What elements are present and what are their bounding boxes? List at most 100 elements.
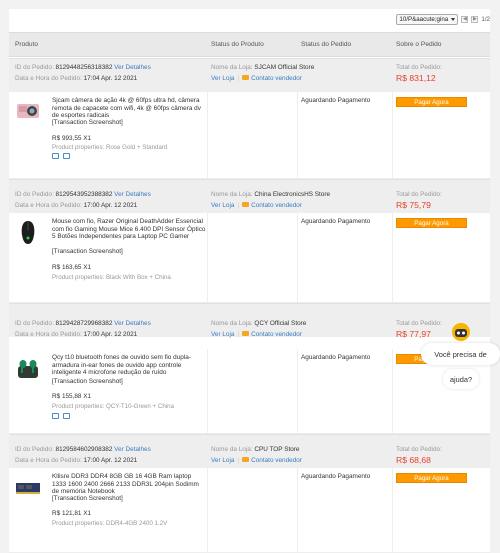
pay-now-button[interactable]: Pagar Agora (396, 218, 467, 228)
order-id-label: ID do Pedido: (15, 320, 54, 327)
store-name-label: Nome da Loja: (211, 64, 253, 71)
view-store-link[interactable]: Ver Loja (211, 75, 234, 82)
order-total: R$ 75,79 (396, 200, 431, 210)
order-total: R$ 68,68 (396, 455, 431, 465)
view-store-link[interactable]: Ver Loja (211, 202, 234, 209)
product-properties-label: Product properties: (52, 520, 105, 527)
order-block: ID do Pedido: 8129428729968382 Ver Detal… (9, 303, 490, 434)
store-name-label: Nome da Loja: (211, 446, 253, 453)
order-status: Aguardando Pagamento (301, 97, 371, 104)
store-name: QCY Official Store (254, 320, 307, 327)
order-body: Sjcam câmera de ação 4k @ 60fps ultra hd… (9, 92, 490, 179)
transaction-screenshot-link[interactable]: [Transaction Screenshot] (52, 495, 207, 503)
contact-seller-link[interactable]: Contato vendedor (251, 331, 302, 338)
orders-panel: 10/P&aacute;gina ◀ ▶ 1/2 Produto Status … (9, 9, 490, 553)
transaction-screenshot-link[interactable]: [Transaction Screenshot] (52, 119, 207, 127)
mouse-thumbnail[interactable] (15, 219, 41, 245)
order-status: Aguardando Pagamento (301, 473, 371, 480)
order-total-label: Total do Pedido: (396, 446, 442, 453)
order-id-label: ID do Pedido: (15, 64, 54, 71)
view-store-link[interactable]: Ver Loja (211, 331, 234, 338)
chevron-down-icon (451, 17, 456, 21)
product-description[interactable]: Mouse com fio, Razer Original DeathAdder… (52, 218, 207, 241)
order-date: 17:00 Apr. 12 2021 (83, 457, 138, 464)
envelope-icon (242, 74, 250, 80)
order-date-label: Data e Hora do Pedido: (15, 75, 82, 82)
order-header: ID do Pedido: 8129584602908382 Ver Detal… (9, 434, 490, 468)
order-header: ID do Pedido: 8129543952388382 Ver Detal… (9, 179, 490, 213)
contact-seller-link[interactable]: Contato vendedor (251, 75, 302, 82)
order-date-label: Data e Hora do Pedido: (15, 457, 82, 464)
order-date-label: Data e Hora do Pedido: (15, 202, 82, 209)
transaction-screenshot-link[interactable]: [Transaction Screenshot] (52, 378, 207, 386)
envelope-icon (242, 456, 250, 462)
order-body: Kllisre DDR3 DDR4 8GB GB 16 4GB Ram lapt… (9, 468, 490, 553)
order-date: 17:00 Apr. 12 2021 (83, 331, 138, 338)
contact-seller-link[interactable]: Contato vendedor (251, 457, 302, 464)
product-properties: DDR4-4GB 2400 1.2V (106, 520, 168, 527)
product-price: R$ 155,88 X1 (52, 393, 92, 400)
envelope-icon (242, 201, 250, 207)
column-product: Produto (15, 41, 39, 48)
view-details-link[interactable]: Ver Detalhes (114, 64, 151, 71)
product-properties-label: Product properties: (52, 144, 105, 151)
order-header: ID do Pedido: 8129428729968382 Ver Detal… (9, 303, 490, 339)
product-price: R$ 163,65 X1 (52, 264, 92, 271)
next-page-button[interactable]: ▶ (471, 15, 479, 23)
ram-thumbnail[interactable] (15, 474, 41, 500)
order-body: Mouse com fio, Razer Original DeathAdder… (9, 213, 490, 303)
order-block: ID do Pedido: 8129543952388382 Ver Detal… (9, 179, 490, 303)
page-size-value: 10/P&aacute;gina (399, 15, 449, 23)
order-id: 8129543952388382 (55, 191, 113, 198)
contact-seller-link[interactable]: Contato vendedor (251, 202, 302, 209)
order-id-label: ID do Pedido: (15, 191, 54, 198)
order-total-label: Total do Pedido: (396, 191, 442, 198)
order-status: Aguardando Pagamento (301, 218, 371, 225)
order-block: ID do Pedido: 8129584602908382 Ver Detal… (9, 434, 490, 553)
table-header: Produto Status do Produto Status do Pedi… (9, 32, 490, 57)
order-id: 8129428729968382 (55, 320, 113, 327)
order-total: R$ 77,97 (396, 329, 431, 339)
order-total-label: Total do Pedido: (396, 64, 442, 71)
chat-help-bubble[interactable]: Você precisa de (421, 343, 500, 365)
product-properties: Rose Gold + Standard (106, 144, 168, 151)
chat-help-bubble-2[interactable]: ajuda? (443, 369, 479, 389)
order-total-label: Total do Pedido: (396, 320, 442, 327)
camera-thumbnail[interactable] (15, 98, 41, 124)
earbuds-thumbnail[interactable] (15, 355, 41, 381)
chat-help-line2: ajuda? (449, 374, 473, 384)
view-details-link[interactable]: Ver Detalhes (114, 446, 151, 453)
order-id: 8129584602908382 (55, 446, 113, 453)
chat-assistant-icon[interactable] (450, 321, 472, 343)
store-name: China ElectronicsHS Store (254, 191, 331, 198)
product-properties: QCY-T10-Green + China (106, 403, 175, 410)
product-description[interactable]: Sjcam câmera de ação 4k @ 60fps ultra hd… (52, 97, 207, 120)
chat-help-line1: Você precisa de (434, 349, 487, 359)
order-date: 17:00 Apr. 12 2021 (83, 202, 138, 209)
order-block: ID do Pedido: 8129448256318382 Ver Detal… (9, 58, 490, 179)
prev-page-button[interactable]: ◀ (461, 15, 469, 23)
page-size-select[interactable]: 10/P&aacute;gina (396, 13, 459, 25)
view-details-link[interactable]: Ver Detalhes (114, 191, 151, 198)
product-description[interactable]: Kllisre DDR3 DDR4 8GB GB 16 4GB Ram lapt… (52, 473, 207, 496)
product-description[interactable]: Qcy t10 bluetooth fones de ouvido sem fi… (52, 354, 207, 377)
transaction-screenshot-link[interactable]: [Transaction Screenshot] (52, 248, 207, 256)
order-id: 8129448256318382 (55, 64, 113, 71)
image-icon[interactable] (52, 413, 59, 419)
order-total: R$ 831,12 (396, 73, 436, 83)
column-about-order: Sobre o Pedido (396, 41, 442, 48)
pay-now-button[interactable]: Pagar Agora (396, 97, 467, 107)
product-properties-label: Product properties: (52, 274, 105, 281)
pay-now-button[interactable]: Pagar Agora (396, 473, 467, 483)
product-properties-label: Product properties: (52, 403, 105, 410)
order-date: 17:04 Apr. 12 2021 (83, 75, 138, 82)
order-header: ID do Pedido: 8129448256318382 Ver Detal… (9, 58, 490, 92)
snapshot-icon[interactable] (63, 413, 70, 419)
view-store-link[interactable]: Ver Loja (211, 457, 234, 464)
order-body: Qcy t10 bluetooth fones de ouvido sem fi… (9, 349, 490, 434)
pagination: 10/P&aacute;gina ◀ ▶ 1/2 (396, 13, 490, 25)
view-details-link[interactable]: Ver Detalhes (114, 320, 151, 327)
store-name: SJCAM Official Store (254, 64, 315, 71)
image-icon[interactable] (52, 153, 59, 159)
snapshot-icon[interactable] (63, 153, 70, 159)
